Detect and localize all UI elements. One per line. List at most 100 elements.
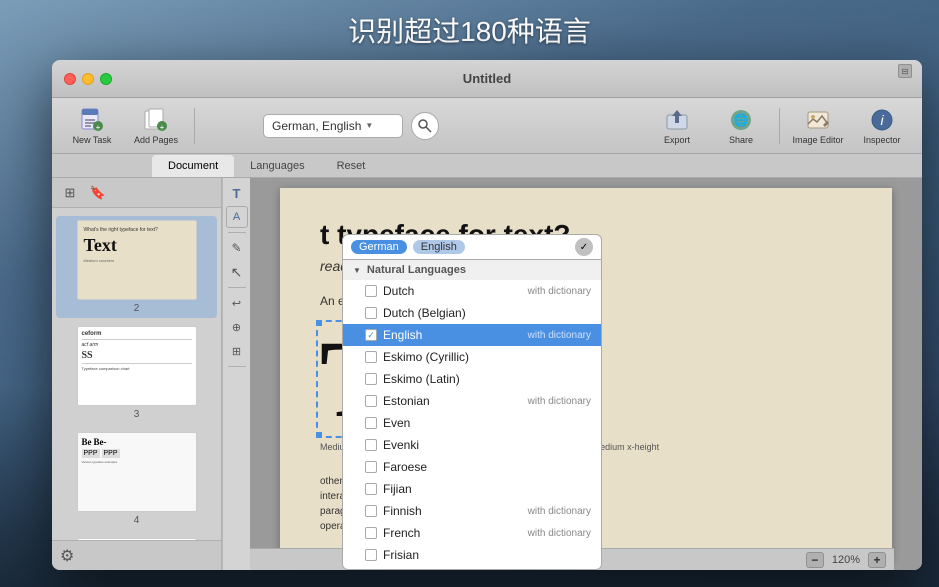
right-sidebar-sep-3 xyxy=(228,366,246,367)
page-thumb-2[interactable]: What's the right typeface for text? Text… xyxy=(56,216,217,318)
add-pages-label: Add Pages xyxy=(134,136,178,145)
window-control-btn[interactable]: ⊟ xyxy=(898,64,912,78)
page-thumb-4[interactable]: Be Be- PPP PPP Various typeface examples… xyxy=(56,428,217,530)
minimize-button[interactable] xyxy=(82,73,94,85)
maximize-button[interactable] xyxy=(100,73,112,85)
german-tag[interactable]: German xyxy=(351,240,407,254)
fijian-name: Fijian xyxy=(383,482,585,496)
lang-item-evenki[interactable]: Evenki xyxy=(343,434,601,456)
sidebar-toolbar: ⊞ 🔖 xyxy=(52,178,221,208)
right-sidebar-sep-2 xyxy=(228,287,246,288)
zoom-minus-button[interactable]: − xyxy=(806,552,824,568)
main-content: ⊞ 🔖 What's the right typeface for text? … xyxy=(52,178,922,570)
finnish-checkbox[interactable] xyxy=(365,505,377,517)
share-label: Share xyxy=(729,136,753,145)
page-thumb-5[interactable]: dbap abg Typography reference Letter spa… xyxy=(56,534,217,540)
dutch-name: Dutch xyxy=(383,284,522,298)
export-button[interactable]: Export xyxy=(647,102,707,150)
eskimo-cyrillic-name: Eskimo (Cyrillic) xyxy=(383,350,585,364)
lang-item-dutch-belgian[interactable]: Dutch (Belgian) xyxy=(343,302,601,324)
eskimo-latin-name: Eskimo (Latin) xyxy=(383,372,585,386)
evenki-checkbox[interactable] xyxy=(365,439,377,451)
lang-item-eskimo-latin[interactable]: Eskimo (Latin) xyxy=(343,368,601,390)
tab-bar: Document Languages Reset xyxy=(52,154,922,178)
language-dropdown[interactable]: German, English ▼ xyxy=(263,114,403,138)
sidebar-pages: What's the right typeface for text? Text… xyxy=(52,208,221,540)
lang-item-french[interactable]: French with dictionary xyxy=(343,522,601,544)
tab-reset[interactable]: Reset xyxy=(321,155,382,177)
eskimo-latin-checkbox[interactable] xyxy=(365,373,377,385)
rotate-tool-button[interactable]: ↩ xyxy=(226,292,248,314)
page-thumb-3[interactable]: ceform acf arm SS Typeface comparison ch… xyxy=(56,322,217,424)
pencil-tool-button[interactable]: ✎ xyxy=(226,237,248,259)
evenki-name: Evenki xyxy=(383,438,585,452)
english-checkbox[interactable]: ✓ xyxy=(365,329,377,341)
inspector-button[interactable]: i Inspector xyxy=(852,102,912,150)
text-tool-button[interactable]: T xyxy=(226,182,248,204)
search-button[interactable] xyxy=(411,112,439,140)
lang-item-faroese[interactable]: Faroese xyxy=(343,456,601,478)
new-task-label: New Task xyxy=(73,136,112,145)
settings-icon[interactable]: ⚙ xyxy=(60,546,74,566)
faroese-checkbox[interactable] xyxy=(365,461,377,473)
title-bar-right: ⊟ xyxy=(898,64,912,78)
image-editor-button[interactable]: Image Editor xyxy=(788,102,848,150)
sidebar-view-icon[interactable]: ⊞ xyxy=(60,183,80,203)
inspector-icon: i xyxy=(868,106,896,134)
sidebar-mark-icon[interactable]: 🔖 xyxy=(88,183,108,203)
tab-document[interactable]: Document xyxy=(152,155,234,177)
faroese-name: Faroese xyxy=(383,460,585,474)
dutch-dict: with dictionary xyxy=(528,286,591,297)
close-button[interactable] xyxy=(64,73,76,85)
even-checkbox[interactable] xyxy=(365,417,377,429)
eskimo-cyrillic-checkbox[interactable] xyxy=(365,351,377,363)
title-bar: Untitled ⊟ xyxy=(52,60,922,98)
lang-item-friulian[interactable]: Friulian xyxy=(343,566,601,570)
lang-item-estonian[interactable]: Estonian with dictionary xyxy=(343,390,601,412)
share-icon: 🌐 xyxy=(727,106,755,134)
french-checkbox[interactable] xyxy=(365,527,377,539)
lang-item-finnish[interactable]: Finnish with dictionary xyxy=(343,500,601,522)
sidebar-bottom: ⚙ xyxy=(52,540,221,570)
svg-text:+: + xyxy=(160,123,165,132)
frisian-name: Frisian xyxy=(383,548,585,562)
language-list: Natural Languages Dutch with dictionary … xyxy=(342,260,602,570)
thumb-img-5: dbap abg Typography reference Letter spa… xyxy=(77,538,197,540)
lang-item-frisian[interactable]: Frisian xyxy=(343,544,601,566)
traffic-lights xyxy=(64,73,112,85)
finnish-dict: with dictionary xyxy=(528,506,591,517)
lang-item-dutch[interactable]: Dutch with dictionary xyxy=(343,280,601,302)
search-icon xyxy=(417,118,433,134)
share-button[interactable]: 🌐 Share xyxy=(711,102,771,150)
zoom-plus-button[interactable]: + xyxy=(868,552,886,568)
select-tool-button[interactable]: ↖ xyxy=(226,261,248,283)
selection-handle-bl[interactable] xyxy=(316,432,322,438)
language-search-bar: German English ✓ xyxy=(342,234,602,260)
new-task-icon: + xyxy=(78,106,106,134)
top-title: 识别超过180种语言 xyxy=(0,10,939,50)
dutch-checkbox[interactable] xyxy=(365,285,377,297)
frisian-checkbox[interactable] xyxy=(365,549,377,561)
zoom-tool-button[interactable]: ⊕ xyxy=(226,316,248,338)
even-name: Even xyxy=(383,416,585,430)
add-pages-button[interactable]: + Add Pages xyxy=(126,102,186,150)
lang-item-even[interactable]: Even xyxy=(343,412,601,434)
dutch-belgian-checkbox[interactable] xyxy=(365,307,377,319)
annotate-tool-button[interactable]: A xyxy=(226,206,248,228)
grid-tool-button[interactable]: ⊞ xyxy=(226,340,248,362)
dropdown-arrow-icon: ▼ xyxy=(365,121,373,130)
new-task-button[interactable]: + New Task xyxy=(62,102,122,150)
fijian-checkbox[interactable] xyxy=(365,483,377,495)
selection-handle-tl[interactable] xyxy=(316,320,322,326)
zoom-value: 120% xyxy=(828,554,864,566)
lang-item-english[interactable]: ✓ English with dictionary xyxy=(343,324,601,346)
english-tag[interactable]: English xyxy=(413,240,465,254)
export-label: Export xyxy=(664,136,690,145)
toolbar-separator-1 xyxy=(194,108,195,144)
estonian-checkbox[interactable] xyxy=(365,395,377,407)
tab-languages[interactable]: Languages xyxy=(234,155,320,177)
app-window: Untitled ⊟ + New Task xyxy=(52,60,922,570)
language-confirm-button[interactable]: ✓ xyxy=(575,238,593,256)
lang-item-eskimo-cyrillic[interactable]: Eskimo (Cyrillic) xyxy=(343,346,601,368)
lang-item-fijian[interactable]: Fijian xyxy=(343,478,601,500)
